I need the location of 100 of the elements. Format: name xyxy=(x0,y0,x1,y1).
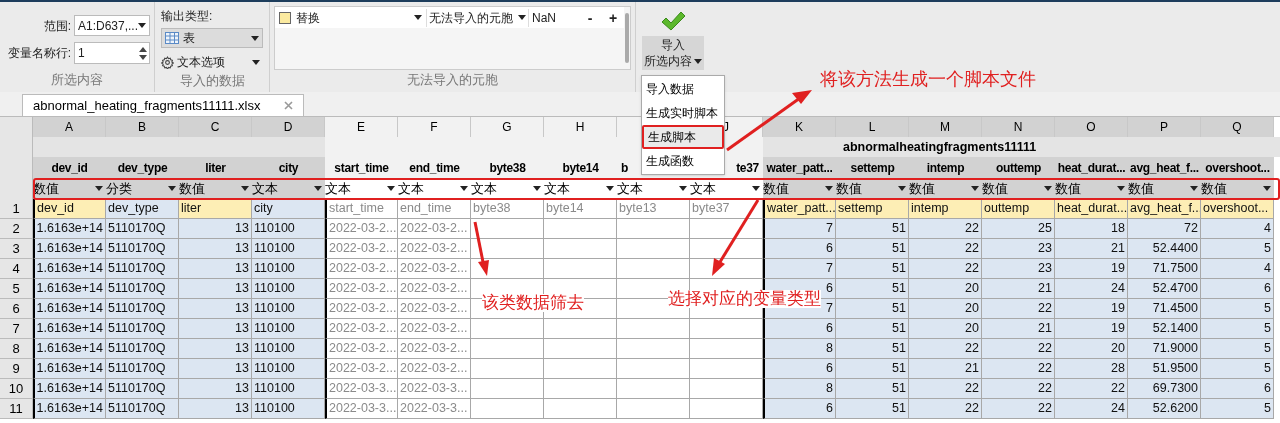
table-cell: 4 xyxy=(1201,259,1274,279)
table-cell: 22 xyxy=(909,219,982,239)
table-cell: 2022-03-2... xyxy=(398,239,471,259)
table-cell: 1.6163e+14 xyxy=(33,219,106,239)
table-cell: 22 xyxy=(909,239,982,259)
table-cell: 13 xyxy=(179,219,252,239)
table-cell: 52.4700 xyxy=(1128,279,1201,299)
table-cell: 110100 xyxy=(252,359,325,379)
table-cell: start_time xyxy=(325,199,398,219)
table-cell: 20 xyxy=(909,319,982,339)
table-cell: overshoot... xyxy=(1201,199,1274,219)
table-cell: 2022-03-2... xyxy=(325,319,398,339)
table-cell: 51 xyxy=(836,379,909,399)
table-cell: 6 xyxy=(1201,379,1274,399)
table-cell: 5110170Q xyxy=(106,219,179,239)
table-cell: 110100 xyxy=(252,319,325,339)
annotation-text: 该类数据筛去 xyxy=(482,294,584,312)
table-cell: 22 xyxy=(909,399,982,419)
table-cell: 13 xyxy=(179,319,252,339)
table-cell: 1.6163e+14 xyxy=(33,359,106,379)
table-cell: 52.1400 xyxy=(1128,319,1201,339)
table-cell: 52.4400 xyxy=(1128,239,1201,259)
table-cell: 110100 xyxy=(252,379,325,399)
table-cell: 13 xyxy=(179,259,252,279)
table-cell: 5 xyxy=(1201,239,1274,259)
table-cell: 19 xyxy=(1055,259,1128,279)
table-cell: byte38 xyxy=(471,199,544,219)
table-cell: 110100 xyxy=(252,219,325,239)
table-cell: 110100 xyxy=(252,399,325,419)
table-cell: 5110170Q xyxy=(106,359,179,379)
table-cell: 6 xyxy=(763,399,836,419)
table-cell: 22 xyxy=(982,299,1055,319)
table-cell: 6 xyxy=(763,239,836,259)
row-number: 5 xyxy=(0,279,33,299)
table-cell: 71.4500 xyxy=(1128,299,1201,319)
table-cell: 5 xyxy=(1201,299,1274,319)
table-cell: 13 xyxy=(179,359,252,379)
table-cell: 5110170Q xyxy=(106,399,179,419)
table-cell: 23 xyxy=(982,259,1055,279)
annotation-text: 将该方法生成一个脚本文件 xyxy=(820,68,1036,91)
table-cell: 2022-03-2... xyxy=(325,219,398,239)
table-cell: 22 xyxy=(982,379,1055,399)
table-cell: 51 xyxy=(836,279,909,299)
row-number: 11 xyxy=(0,399,33,419)
table-cell: 24 xyxy=(1055,279,1128,299)
row-number: 1 xyxy=(0,199,33,219)
table-cell: 2022-03-2... xyxy=(325,279,398,299)
table-cell: 2022-03-3... xyxy=(325,399,398,419)
table-cell: 18 xyxy=(1055,219,1128,239)
table-cell: 51 xyxy=(836,359,909,379)
table-cell: 5110170Q xyxy=(106,259,179,279)
table-cell: 7 xyxy=(763,219,836,239)
table-cell: dev_id xyxy=(33,199,106,219)
row-number: 6 xyxy=(0,299,33,319)
table-cell: 110100 xyxy=(252,259,325,279)
table-cell: outtemp xyxy=(982,199,1055,219)
table-cell: 110100 xyxy=(252,239,325,259)
table-cell: 51 xyxy=(836,219,909,239)
table-cell: 5110170Q xyxy=(106,299,179,319)
annotation-text: 选择对应的变量类型 xyxy=(668,290,821,308)
table-cell: 2022-03-2... xyxy=(398,279,471,299)
table-cell: 51 xyxy=(836,259,909,279)
varnames-label: 变量名称行: xyxy=(6,45,72,63)
output-type-value: 表 xyxy=(183,30,195,47)
table-cell: 7 xyxy=(763,259,836,279)
table-cell: 2022-03-3... xyxy=(398,379,471,399)
table-cell: 51 xyxy=(836,239,909,259)
table-cell: intemp xyxy=(909,199,982,219)
table-cell: 6 xyxy=(763,319,836,339)
range-label: 范围: xyxy=(42,17,72,35)
table-cell: 19 xyxy=(1055,299,1128,319)
table-cell: 1.6163e+14 xyxy=(33,239,106,259)
table-cell: 21 xyxy=(982,319,1055,339)
table-cell: 23 xyxy=(982,239,1055,259)
table-cell: 22 xyxy=(982,359,1055,379)
table-cell: 110100 xyxy=(252,279,325,299)
table-cell: 1.6163e+14 xyxy=(33,399,106,419)
table-cell: 25 xyxy=(982,219,1055,239)
table-cell: 110100 xyxy=(252,339,325,359)
table-cell: 2022-03-2... xyxy=(398,259,471,279)
row-number: 7 xyxy=(0,319,33,339)
row-number: 2 xyxy=(0,219,33,239)
table-cell: city xyxy=(252,199,325,219)
table-cell: 2022-03-2... xyxy=(398,359,471,379)
table-cell: 21 xyxy=(982,279,1055,299)
table-cell: 2022-03-2... xyxy=(325,339,398,359)
section-title: 无法导入的元胞 xyxy=(406,70,499,89)
table-cell: 72 xyxy=(1128,219,1201,239)
table-cell: 1.6163e+14 xyxy=(33,279,106,299)
table-cell: 71.9000 xyxy=(1128,339,1201,359)
row-number: 8 xyxy=(0,339,33,359)
table-cell: liter xyxy=(179,199,252,219)
table-cell: 24 xyxy=(1055,399,1128,419)
table-cell: byte14 xyxy=(544,199,617,219)
table-cell: 20 xyxy=(1055,339,1128,359)
table-cell: byte13 xyxy=(617,199,690,219)
table-cell: 19 xyxy=(1055,319,1128,339)
table-cell: 1.6163e+14 xyxy=(33,339,106,359)
section-title: 导入的数据 xyxy=(178,72,246,90)
table-cell: 2022-03-3... xyxy=(398,399,471,419)
